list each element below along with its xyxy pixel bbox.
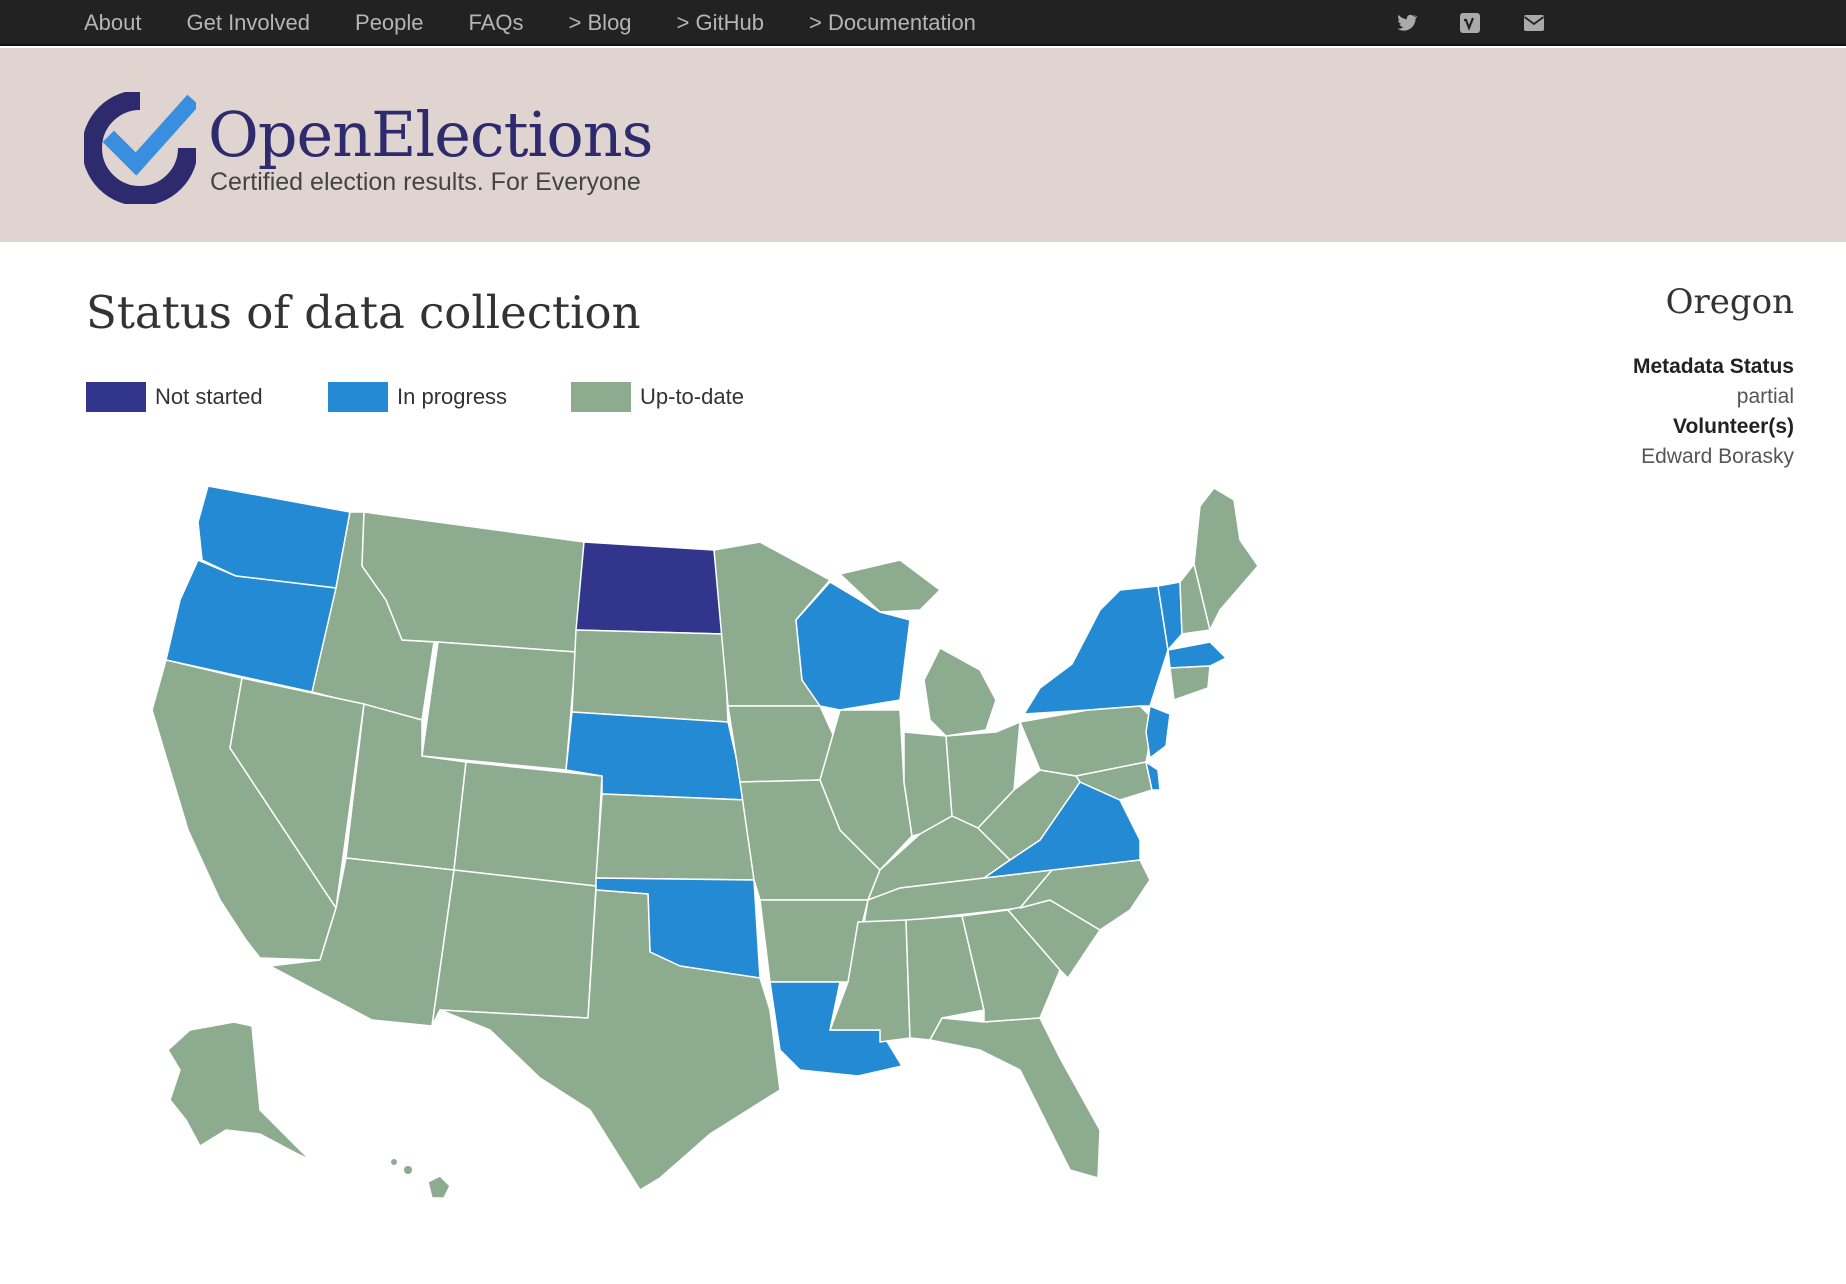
volunteers-value: Edward Borasky — [1641, 445, 1794, 468]
brand-banner: OpenElections Certified election results… — [0, 48, 1846, 242]
legend-label: Not started — [155, 384, 263, 409]
nav-github-link[interactable]: > GitHub — [677, 10, 764, 36]
nav-faqs-link[interactable]: FAQs — [469, 10, 524, 36]
state-florida[interactable] — [929, 1017, 1101, 1179]
metadata-status-value: partial — [1736, 385, 1794, 408]
state-hawaii-island[interactable] — [391, 1159, 397, 1165]
legend-item-not-started: Not started — [86, 382, 263, 412]
nav-documentation-link[interactable]: > Documentation — [809, 10, 976, 36]
state-new-york[interactable] — [1023, 585, 1169, 715]
state-alaska[interactable] — [167, 1021, 311, 1161]
nav-get-involved-link[interactable]: Get Involved — [187, 10, 311, 36]
state-wyoming[interactable] — [421, 641, 577, 771]
selected-state-name: Oregon — [1665, 282, 1794, 322]
top-nav: About Get Involved People FAQs > Blog > … — [0, 0, 1846, 46]
nav-about-link[interactable]: About — [84, 10, 142, 36]
legend-swatch — [328, 382, 388, 412]
state-new-jersey[interactable] — [1145, 705, 1171, 759]
us-status-map — [151, 485, 1259, 1199]
vimeo-icon[interactable] — [1458, 11, 1482, 35]
brand-tagline: Certified election results. For Everyone — [210, 168, 641, 196]
legend-item-in-progress: In progress — [328, 382, 507, 412]
legend-swatch — [86, 382, 146, 412]
nav-people-link[interactable]: People — [355, 10, 424, 36]
state-kansas[interactable] — [595, 793, 755, 881]
state-massachusetts[interactable] — [1167, 641, 1227, 669]
state-colorado[interactable] — [453, 761, 603, 887]
brand-name[interactable]: OpenElections — [208, 98, 653, 171]
state-north-dakota[interactable] — [575, 541, 725, 635]
legend-label: In progress — [397, 384, 508, 409]
state-detail-panel: Oregon Metadata Status partial Volunteer… — [1394, 282, 1794, 472]
state-new-mexico[interactable] — [431, 869, 597, 1027]
state-connecticut[interactable] — [1169, 665, 1211, 701]
legend-swatch — [571, 382, 631, 412]
state-south-dakota[interactable] — [571, 629, 729, 723]
logo-checkmark-icon[interactable] — [84, 92, 196, 204]
metadata-status-label: Metadata Status — [1632, 355, 1794, 378]
email-icon[interactable] — [1522, 11, 1546, 35]
nav-blog-link[interactable]: > Blog — [569, 10, 632, 36]
legend-label: Up-to-date — [640, 384, 744, 409]
state-hawaii-island[interactable] — [404, 1166, 412, 1174]
legend-item-up-to-date: Up-to-date — [571, 382, 744, 412]
twitter-icon[interactable] — [1394, 11, 1418, 35]
state-hawaii[interactable] — [427, 1175, 451, 1199]
page-title: Status of data collection — [86, 286, 641, 339]
state-michigan[interactable] — [923, 647, 997, 737]
nav-links: About Get Involved People FAQs > Blog > … — [84, 0, 1021, 46]
volunteers-label: Volunteer(s) — [1673, 415, 1794, 438]
